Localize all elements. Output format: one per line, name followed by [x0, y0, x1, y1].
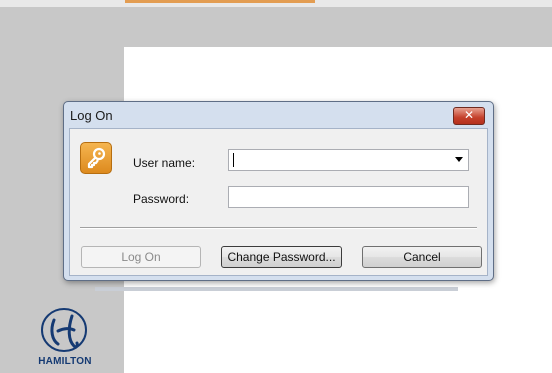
user-name-combobox[interactable] [228, 149, 469, 171]
change-password-button[interactable]: Change Password... [221, 246, 342, 268]
background-accent-bar [125, 0, 315, 3]
background-top-panel [0, 7, 552, 47]
key-icon [80, 142, 112, 174]
logon-button[interactable]: Log On [81, 246, 201, 268]
dialog-body: User name: Password: Log On Change Passw… [69, 128, 488, 276]
password-label: Password: [133, 192, 190, 206]
dialog-title: Log On [70, 108, 113, 123]
close-icon: ✕ [463, 108, 475, 122]
background-underline [95, 287, 458, 291]
close-button[interactable]: ✕ [453, 107, 485, 125]
text-caret [233, 153, 234, 167]
dialog-titlebar[interactable]: Log On ✕ [64, 102, 493, 128]
user-name-label: User name: [133, 156, 196, 170]
logon-dialog: Log On ✕ User name: Password: Log On Cha… [63, 101, 494, 281]
chevron-down-icon[interactable] [455, 157, 463, 162]
cancel-button[interactable]: Cancel [362, 246, 482, 268]
separator [80, 227, 477, 229]
logo-text: HAMILTON [38, 356, 92, 367]
password-field[interactable] [228, 186, 469, 208]
